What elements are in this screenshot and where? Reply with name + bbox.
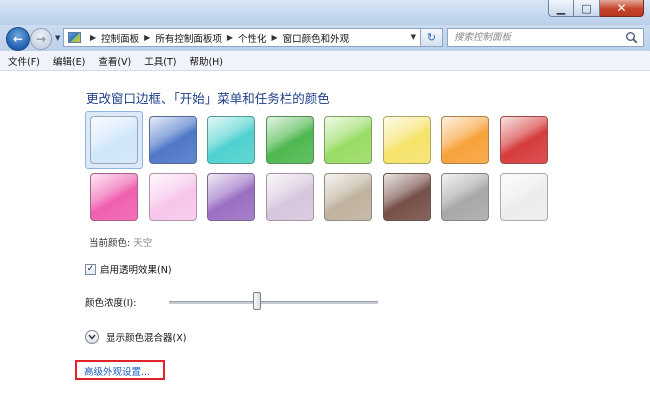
color-swatch[interactable] — [90, 116, 138, 164]
color-swatch[interactable] — [383, 173, 431, 221]
breadcrumb-control-panel[interactable]: 控制面板 — [101, 31, 139, 45]
refresh-button[interactable]: ↻ — [421, 28, 443, 47]
forward-button[interactable]: → — [30, 28, 52, 50]
advanced-appearance-link[interactable]: 高级外观设置... — [84, 364, 150, 378]
breadcrumb-separator-icon[interactable]: ▶ — [272, 33, 278, 42]
color-swatch[interactable] — [207, 116, 255, 164]
menu-bar: 文件(F) 编辑(E) 查看(V) 工具(T) 帮助(H) — [0, 51, 650, 71]
navigation-bar: ← → ▼ ▶ 控制面板 ▶ 所有控制面板项 ▶ 个性化 ▶ 窗口颜色和外观 ▼… — [0, 25, 650, 51]
maximize-button[interactable]: □ — [574, 0, 600, 17]
refresh-icon: ↻ — [426, 31, 437, 44]
menu-view[interactable]: 查看(V) — [98, 54, 131, 68]
minimize-button[interactable]: ▁ — [548, 0, 574, 17]
menu-file[interactable]: 文件(F) — [8, 54, 40, 68]
breadcrumb-window-color[interactable]: 窗口颜色和外观 — [283, 31, 350, 45]
color-swatch[interactable] — [441, 116, 489, 164]
control-panel-icon — [68, 32, 81, 43]
transparency-checkbox[interactable]: ✓ — [85, 263, 96, 275]
search-input[interactable] — [454, 32, 614, 43]
breadcrumb-personalization[interactable]: 个性化 — [238, 31, 267, 45]
color-swatch[interactable] — [500, 116, 548, 164]
search-icon[interactable] — [625, 31, 638, 44]
breadcrumb-separator-icon[interactable]: ▶ — [144, 33, 150, 42]
color-swatch[interactable] — [324, 173, 372, 221]
main-content: 更改窗口边框、「开始」菜单和任务栏的颜色 当前颜色: 天空 ✓ 启用透明效果(N… — [0, 71, 650, 409]
color-mixer-expander[interactable]: 显示颜色混合器(X) — [85, 330, 186, 344]
breadcrumb-separator-icon[interactable]: ▶ — [227, 33, 233, 42]
menu-help[interactable]: 帮助(H) — [189, 54, 223, 68]
search-box[interactable] — [447, 28, 644, 47]
color-swatch[interactable] — [266, 173, 314, 221]
color-swatch[interactable] — [207, 173, 255, 221]
color-swatch[interactable] — [324, 116, 372, 164]
color-swatch[interactable] — [383, 116, 431, 164]
intensity-slider-thumb[interactable] — [253, 292, 261, 310]
color-swatch[interactable] — [90, 173, 138, 221]
color-swatch-grid — [85, 111, 560, 228]
color-swatch[interactable] — [500, 173, 548, 221]
maximize-icon: □ — [581, 1, 592, 15]
transparency-label[interactable]: 启用透明效果(N) — [100, 262, 172, 276]
current-color-label: 当前颜色: — [89, 238, 131, 249]
intensity-slider-track[interactable] — [169, 301, 378, 304]
color-mixer-label[interactable]: 显示颜色混合器(X) — [106, 330, 186, 344]
arrow-right-icon: → — [35, 32, 47, 46]
window-frame: ▁ □ ✕ — [0, 0, 650, 26]
current-color-text: 当前颜色: 天空 — [89, 235, 152, 249]
chevron-down-icon[interactable] — [85, 330, 99, 344]
color-swatch[interactable] — [266, 116, 314, 164]
close-button[interactable]: ✕ — [600, 0, 644, 17]
menu-tools[interactable]: 工具(T) — [144, 54, 176, 68]
breadcrumb-all-items[interactable]: 所有控制面板项 — [155, 31, 222, 45]
color-swatch[interactable] — [149, 173, 197, 221]
breadcrumb-separator-icon[interactable]: ▶ — [90, 33, 96, 42]
arrow-left-icon: ← — [12, 32, 24, 46]
page-title: 更改窗口边框、「开始」菜单和任务栏的颜色 — [86, 91, 330, 106]
close-icon: ✕ — [616, 1, 627, 15]
current-color-value: 天空 — [133, 238, 153, 249]
caption-buttons: ▁ □ ✕ — [548, 0, 644, 18]
recent-pages-dropdown-icon[interactable]: ▼ — [55, 34, 60, 42]
minimize-icon: ▁ — [556, 1, 566, 15]
menu-edit[interactable]: 编辑(E) — [53, 54, 85, 68]
address-bar[interactable]: ▶ 控制面板 ▶ 所有控制面板项 ▶ 个性化 ▶ 窗口颜色和外观 ▼ — [63, 28, 421, 47]
address-dropdown-icon[interactable]: ▼ — [411, 33, 416, 41]
color-swatch[interactable] — [149, 116, 197, 164]
intensity-label: 颜色浓度(I): — [85, 298, 137, 309]
color-swatch[interactable] — [441, 173, 489, 221]
back-button[interactable]: ← — [6, 27, 30, 51]
transparency-option[interactable]: ✓ 启用透明效果(N) — [85, 262, 172, 276]
